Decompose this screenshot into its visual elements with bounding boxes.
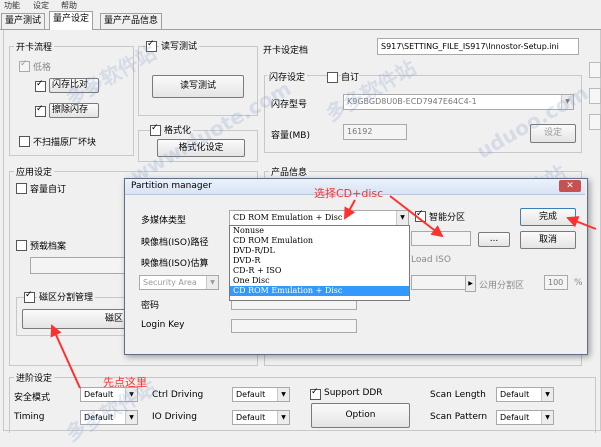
arrow-to-partition-button: [50, 324, 81, 389]
arrow-to-done-button: [566, 216, 597, 230]
arrow-to-media-select: [344, 199, 356, 220]
arrow-to-smart-partition: [389, 195, 444, 238]
annotation-arrows: [50, 195, 597, 389]
